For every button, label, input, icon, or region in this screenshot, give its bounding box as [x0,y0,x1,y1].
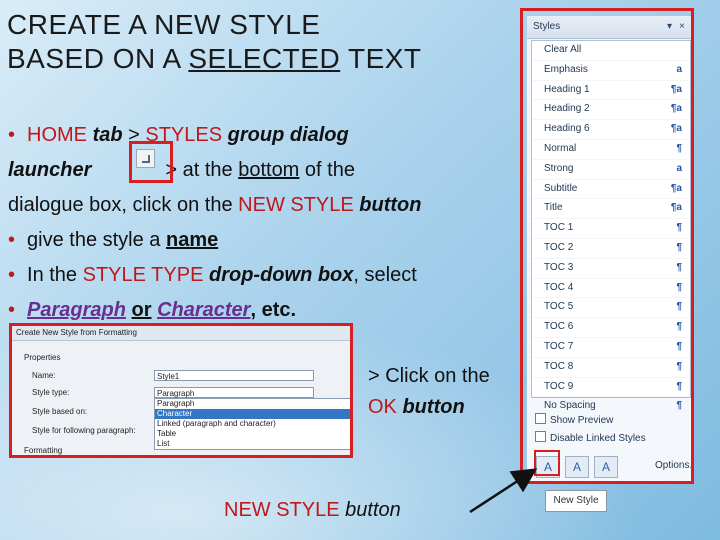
create-new-style-dialog: Create New Style from Formatting Propert… [9,323,353,458]
style-type-dropdown: Paragraph Character Linked (paragraph an… [154,398,350,450]
ok-line: OK button [368,392,490,423]
ok-keyword: OK [368,396,397,418]
name-word: name [165,229,219,251]
bullet-marker: • [8,299,16,321]
style-following-label: Style for following paragraph: [32,426,136,435]
title-line-2: BASED ON A SELECTED TEXT [7,42,507,76]
bullet-marker: • [8,124,16,146]
properties-section: Properties [24,353,61,362]
paragraph-word: Paragraph [27,299,126,321]
bottom-word: bottom [238,159,300,181]
dropdown-option[interactable]: Paragraph [155,399,350,409]
style-type-keyword: STYLE TYPE [82,264,204,286]
dropdown-word: drop-down box [208,264,354,286]
slide-title: CREATE A NEW STYLE BASED ON A SELECTED T… [7,8,507,76]
bullet-marker: • [8,264,16,286]
bullet-1-line-1: • HOME tab > STYLES group dialog [8,118,518,153]
etc-text: , etc. [250,299,297,321]
of-the-text: of the [299,159,355,181]
title-suffix: TEXT [340,43,422,74]
new-style-tooltip: New Style [545,490,607,512]
group-dialog-text: group dialog [227,124,349,146]
at-the-text: > at the [165,159,239,181]
character-word: Character [157,299,251,321]
title-line-1: CREATE A NEW STYLE [7,9,321,40]
new-style-button-highlight [534,450,560,476]
bullet-2: • give the style a name [8,223,518,258]
launcher-word: launcher [8,159,92,181]
select-text: , select [353,264,417,286]
new-style-keyword: NEW STYLE [238,194,354,216]
name-input[interactable]: Style1 [154,370,314,381]
new-style-caption-button-word: button [345,499,401,521]
style-type-label: Style type: [32,388,70,397]
ok-instruction: > Click on the OK button [368,361,490,423]
dropdown-option[interactable]: List [155,439,350,449]
dialog-title: Create New Style from Formatting [12,326,350,341]
tab-word: tab [92,124,123,146]
dropdown-option[interactable]: Linked (paragraph and character) [155,419,350,429]
style-based-label: Style based on: [32,407,88,416]
instructions: • HOME tab > STYLES group dialog launcher… [8,118,518,328]
click-on-text: > Click on the [368,365,490,387]
style-type-select[interactable]: Paragraph [154,387,314,398]
bullet-3: • In the STYLE TYPE drop-down box, select [8,258,518,293]
bullet-marker: • [8,229,16,251]
formatting-section: Formatting [24,446,63,455]
give-style-text: give the style a [27,229,166,251]
styles-pane-highlight [520,8,694,484]
or-word: or [131,299,152,321]
new-style-caption: NEW STYLE button [224,499,401,522]
home-keyword: HOME [27,124,88,146]
dropdown-option[interactable]: Table [155,429,350,439]
bullet-1-line-3: dialogue box, click on the NEW STYLE but… [8,188,518,223]
button-word: button [359,194,422,216]
title-prefix: BASED ON A [7,43,189,74]
dialogue-text: dialogue box, click on the [8,194,239,216]
in-the-text: In the [27,264,83,286]
dialog-launcher-icon[interactable] [136,149,155,168]
new-style-caption-keyword: NEW STYLE [224,499,340,521]
button-word: button [402,396,465,418]
title-underlined-word: SELECTED [188,43,341,74]
bullet-1-line-2: launcher > at the bottom of the [8,153,518,188]
name-label: Name: [32,371,56,380]
dropdown-option-selected[interactable]: Character [155,409,350,419]
